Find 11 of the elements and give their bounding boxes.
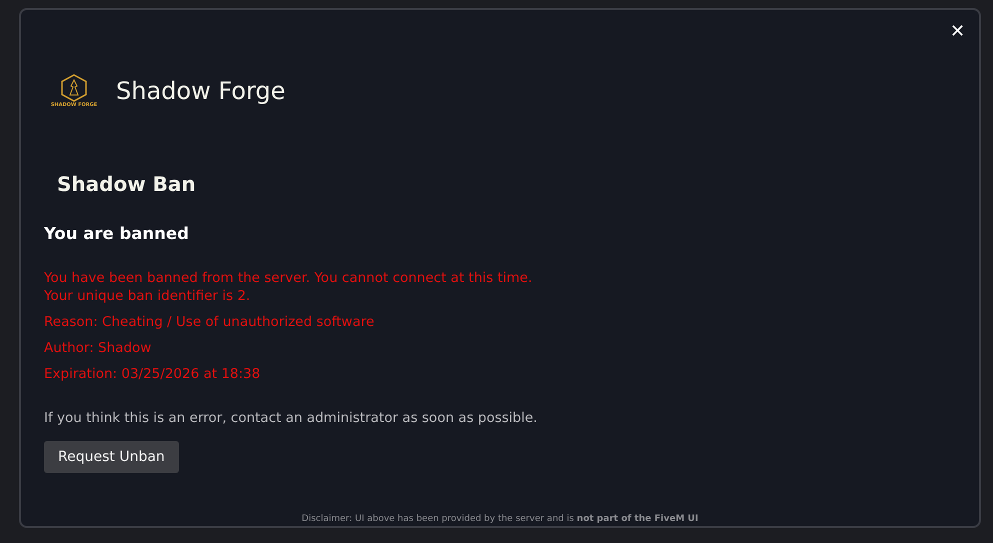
close-button[interactable]: ✕ — [946, 18, 969, 44]
ban-message: You have been banned from the server. You cannot connect at this time. Your unique ban identifier is 2. — [44, 269, 534, 305]
ban-heading: Shadow Ban — [57, 172, 197, 196]
server-title: Shadow Forge — [116, 77, 286, 105]
ban-subheading: You are banned — [44, 224, 190, 243]
ban-message: Reason: Cheating / Use of unauthorized software — [44, 313, 376, 331]
ban-message: Expiration: 03/25/2026 at 18:38 — [44, 365, 262, 383]
ban-message: Author: Shadow — [44, 339, 152, 357]
disclaimer-text: Disclaimer: UI above has been provided by the server and is not part of the FiveM UI — [300, 514, 700, 524]
advice-text: If you think this is an error, contact an administrator as soon as possible. — [44, 410, 538, 426]
request-unban-button[interactable]: Request Unban — [44, 441, 179, 473]
